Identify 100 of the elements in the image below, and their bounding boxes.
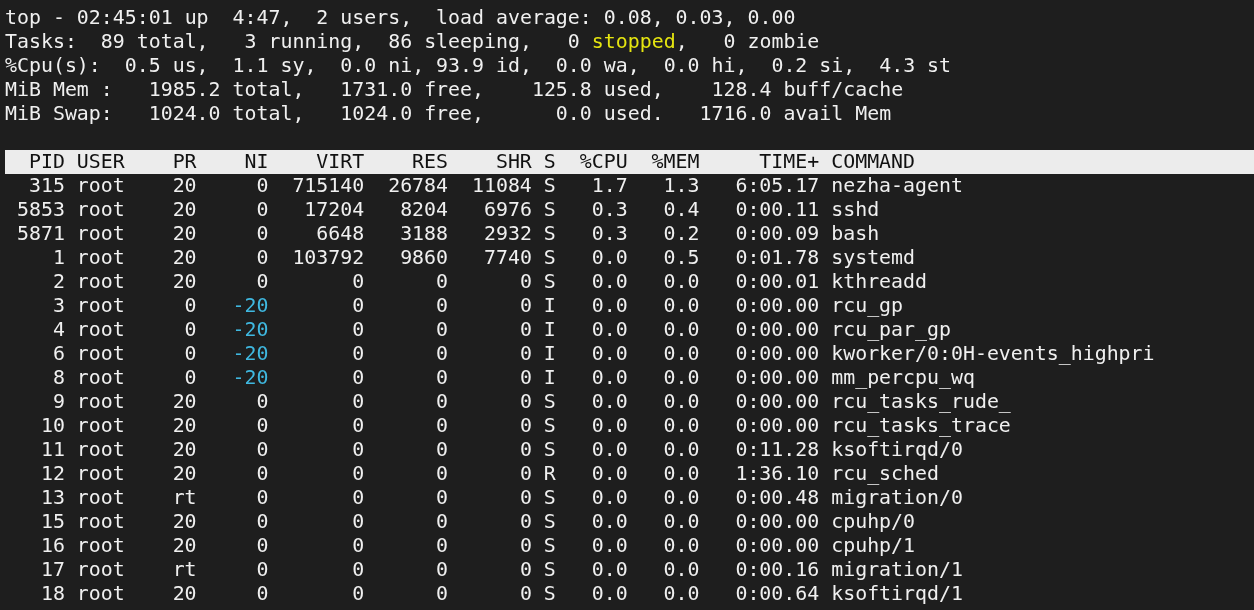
table-cell: 0 [352, 294, 365, 317]
table-cell: 0 [352, 438, 365, 461]
table-cell: kworker/0:0H-events_highpri [831, 342, 1155, 365]
table-cell: 11084 [471, 174, 532, 197]
table-cell: 0:11.28 [735, 438, 820, 461]
table-cell: 0:00.01 [735, 270, 820, 293]
summary-line: top - 02:45:01 up 4:47, 2 users, load average: 0.08, 0.03, 0.00 [5, 6, 796, 30]
table-cell: 0 [184, 366, 197, 389]
table-cell: S [543, 174, 556, 197]
table-cell: 0.0 [663, 486, 700, 509]
table-cell: 0.0 [663, 270, 700, 293]
table-cell: 0 [436, 582, 449, 605]
table-cell: S [543, 222, 556, 245]
table-cell: 9860 [400, 246, 449, 269]
table-cell: root [76, 246, 125, 269]
table-cell: rcu_tasks_rude_ [831, 390, 1011, 413]
table-cell: 0 [519, 462, 532, 485]
table-cell: 0 [256, 582, 269, 605]
table-cell: 1:36.10 [735, 462, 820, 485]
table-cell: root [76, 342, 125, 365]
table-cell: 0 [436, 318, 449, 341]
table-cell: 0.0 [663, 318, 700, 341]
table-cell: 0 [256, 246, 269, 269]
table-cell: 0.0 [591, 462, 628, 485]
table-cell: 1.7 [591, 174, 628, 197]
table-cell: 0 [519, 342, 532, 365]
table-cell: 315 [28, 174, 65, 197]
table-cell: 18 [40, 582, 65, 605]
table-cell: 0:00.16 [735, 558, 820, 581]
column-header: NI [244, 150, 269, 173]
table-cell: 0 [256, 222, 269, 245]
column-header: RES [412, 150, 449, 173]
table-cell: S [543, 246, 556, 269]
table-cell: 0 [519, 510, 532, 533]
table-cell: 13 [40, 486, 65, 509]
table-cell: 0 [436, 510, 449, 533]
table-cell: 0.0 [591, 390, 628, 413]
table-cell: 0 [352, 366, 365, 389]
table-cell: root [76, 462, 125, 485]
table-cell: 6976 [483, 198, 532, 221]
table-cell: 1.3 [663, 174, 700, 197]
table-cell: 0 [352, 486, 365, 509]
table-cell: 6 [52, 342, 65, 365]
table-cell: 0 [519, 366, 532, 389]
table-cell: 0 [256, 534, 269, 557]
table-cell: rcu_par_gp [831, 318, 951, 341]
table-cell: root [76, 390, 125, 413]
table-cell: 0.0 [663, 462, 700, 485]
table-cell: S [543, 414, 556, 437]
table-cell: 0.4 [663, 198, 700, 221]
table-cell: root [76, 414, 125, 437]
table-cell: 715140 [292, 174, 365, 197]
table-cell: 0 [352, 582, 365, 605]
summary-line: MiB Mem : 1985.2 total, 1731.0 free, 125.8 used, 128.4 buff/cache [5, 78, 904, 102]
table-cell: 0.0 [591, 294, 628, 317]
table-cell: 103792 [292, 246, 365, 269]
table-cell: 0.0 [663, 438, 700, 461]
table-cell: S [543, 486, 556, 509]
table-cell: 4 [52, 318, 65, 341]
table-cell: 0.0 [591, 534, 628, 557]
table-cell: 0.0 [663, 510, 700, 533]
table-cell: 0 [436, 270, 449, 293]
table-cell: 0.0 [663, 582, 700, 605]
table-cell: 0.0 [663, 342, 700, 365]
table-cell: R [543, 462, 556, 485]
table-cell: 0 [519, 486, 532, 509]
table-cell: S [543, 390, 556, 413]
table-cell: root [76, 558, 125, 581]
table-cell: 0.0 [591, 366, 628, 389]
table-cell: 3188 [400, 222, 449, 245]
table-cell: 0:00.00 [735, 294, 820, 317]
table-cell: root [76, 294, 125, 317]
table-cell: 0:00.00 [735, 318, 820, 341]
table-cell: -20 [232, 342, 269, 365]
table-cell: S [543, 438, 556, 461]
table-cell: 0.3 [591, 198, 628, 221]
table-cell: 0 [352, 270, 365, 293]
table-cell: 0 [352, 342, 365, 365]
summary-line: MiB Swap: 1024.0 total, 1024.0 free, 0.0 used. 1716.0 avail Mem [5, 102, 892, 126]
table-cell: cpuhp/0 [831, 510, 916, 533]
table-cell: 0.0 [663, 294, 700, 317]
table-cell: root [76, 582, 125, 605]
table-cell: root [76, 366, 125, 389]
table-cell: 0 [256, 414, 269, 437]
table-cell: 0 [436, 462, 449, 485]
table-cell: S [543, 198, 556, 221]
table-cell: 0 [436, 390, 449, 413]
column-header: USER [76, 150, 125, 173]
table-cell: ksoftirqd/0 [831, 438, 963, 461]
table-cell: root [76, 318, 125, 341]
table-cell: 5853 [16, 198, 65, 221]
table-cell: 0.0 [663, 534, 700, 557]
table-cell: 0 [519, 318, 532, 341]
table-cell: 1 [52, 246, 65, 269]
table-cell: I [543, 294, 556, 317]
table-cell: 6:05.17 [735, 174, 820, 197]
table-cell: 0:00.11 [735, 198, 820, 221]
table-cell: 0.0 [591, 486, 628, 509]
table-cell: 0 [436, 366, 449, 389]
table-cell: 6648 [316, 222, 365, 245]
